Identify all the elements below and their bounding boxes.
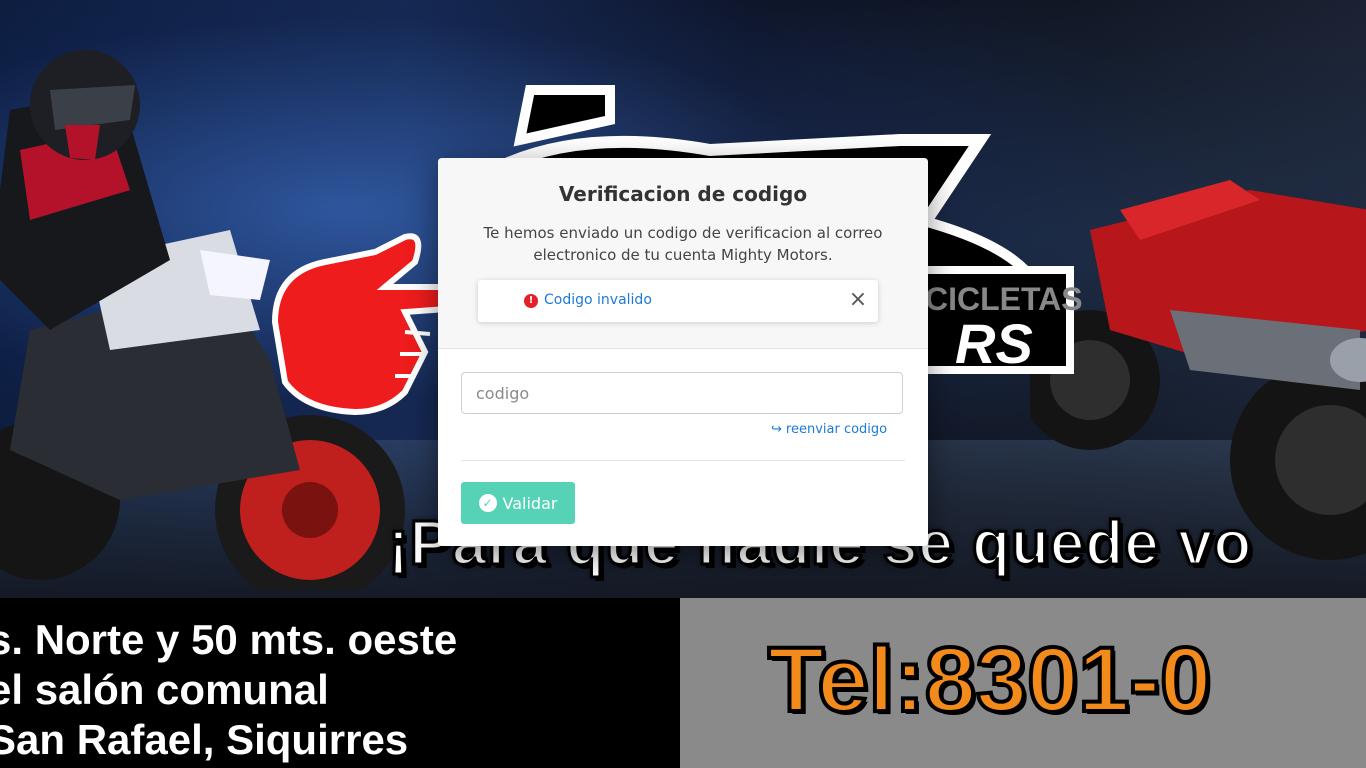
close-icon[interactable]: × xyxy=(846,286,870,314)
resend-code-link[interactable]: ↪ reenviar codigo xyxy=(771,422,887,437)
phone-number: Tel:8301-0 xyxy=(766,627,1213,733)
phone-panel: Tel:8301-0 xyxy=(680,598,1366,768)
resend-code-label: reenviar codigo xyxy=(785,422,888,437)
logo-text-bottom: RS xyxy=(955,312,1033,375)
exclamation-circle-icon: ! xyxy=(524,294,538,308)
validate-label: Validar xyxy=(502,493,558,513)
code-input[interactable] xyxy=(461,372,903,414)
check-circle-icon: ✓ xyxy=(478,494,497,512)
address-line-2: el salón comunal xyxy=(0,666,329,713)
divider xyxy=(438,348,928,349)
address-panel: s. Norte y 50 mts. oeste el salón comuna… xyxy=(0,598,680,768)
alert-message: Codigo invalido xyxy=(544,292,652,308)
modal-description: Te hemos enviado un codigo de verificaci… xyxy=(483,224,883,264)
verification-modal: Verificacion de codigo Te hemos enviado … xyxy=(438,158,928,546)
share-icon: ↪ xyxy=(771,422,782,437)
error-alert: ! Codigo invalido × xyxy=(478,280,878,322)
divider xyxy=(461,460,905,461)
modal-header: Verificacion de codigo Te hemos enviado … xyxy=(438,158,928,348)
validate-button[interactable]: ✓ Validar xyxy=(461,482,575,524)
modal-title: Verificacion de codigo xyxy=(558,182,808,206)
address-line-1: s. Norte y 50 mts. oeste xyxy=(0,616,458,663)
address-line-3: San Rafael, Siquirres xyxy=(0,716,409,763)
